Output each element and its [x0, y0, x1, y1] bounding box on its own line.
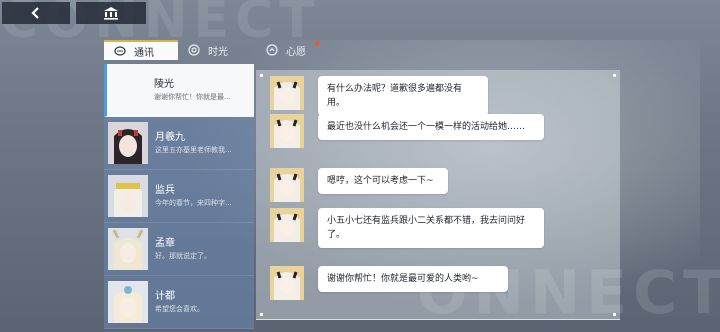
message-bubble: 小五小七还有监兵跟小二关系都不错，我去问问好了。: [318, 208, 544, 248]
contact-item[interactable]: 月羲九 这里五亦基里老师教我...: [104, 117, 254, 170]
panel-corner-marker: [260, 313, 263, 316]
avatar: [108, 175, 148, 217]
message-bubble: 谢谢你帮忙！你就是最可爱的人类哟~: [318, 266, 508, 292]
contact-name: 孟章: [155, 237, 175, 249]
contact-item[interactable]: 计都 希望您会喜欢。: [104, 276, 254, 329]
tab-label: 时光: [208, 46, 228, 58]
contact-name: 陵光: [154, 78, 174, 90]
avatar: [108, 122, 148, 164]
contact-list: 陵光 谢谢你帮忙！你就是最... 月羲九 这里五亦基里老师教我... 监兵 今年…: [104, 64, 254, 332]
contact-preview: 希望您会喜欢。: [155, 304, 204, 313]
message-bubble: 有什么办法呢？道歉很多遍都没有用。: [318, 76, 488, 116]
wish-icon: [266, 44, 278, 56]
chat-message: 嗯哼，这个可以考虑一下~: [270, 168, 448, 202]
message-bubble: 最近也没什么机会还一个一模一样的活动给她……: [318, 114, 544, 140]
panel-corner-marker: [260, 74, 263, 77]
contact-preview: 这里五亦基里老师教我...: [155, 145, 232, 154]
chat-message: 谢谢你帮忙！你就是最可爱的人类哟~: [270, 266, 508, 300]
tab-bar: 通讯 时光 心愿: [104, 40, 320, 60]
avatar: [108, 281, 148, 323]
notification-badge: [315, 41, 320, 46]
tab-messages[interactable]: 通讯: [104, 40, 178, 60]
contact-item[interactable]: 孟章 好。那就说定了。: [104, 223, 254, 276]
home-button[interactable]: [76, 2, 146, 24]
contact-name: 监兵: [155, 184, 175, 196]
tab-label: 心愿: [286, 46, 306, 58]
avatar: [108, 228, 148, 270]
contact-item[interactable]: 陵光 谢谢你帮忙！你就是最...: [104, 64, 254, 117]
panel-corner-marker: [613, 313, 616, 316]
avatar: [270, 168, 304, 202]
contact-preview: 好。那就说定了。: [155, 251, 211, 260]
avatar: [270, 208, 304, 242]
contact-name: 月羲九: [155, 131, 185, 143]
chat-divider: [256, 319, 620, 320]
chat-message: 小五小七还有监兵跟小二关系都不错，我去问问好了。: [270, 208, 544, 248]
tab-label: 通讯: [134, 47, 154, 59]
chat-panel[interactable]: 有什么办法呢？道歉很多遍都没有用。 最近也没什么机会还一个一模一样的活动给她………: [256, 70, 620, 320]
contact-preview: 谢谢你帮忙！你就是最...: [154, 92, 231, 101]
tab-wishes[interactable]: 心愿: [256, 40, 320, 60]
avatar: [270, 76, 304, 110]
chat-message: 有什么办法呢？道歉很多遍都没有用。: [270, 76, 488, 116]
tab-moments[interactable]: 时光: [178, 40, 256, 60]
avatar: [270, 266, 304, 300]
contact-name: 计都: [155, 290, 175, 302]
back-button[interactable]: [2, 2, 70, 24]
chat-message: 最近也没什么机会还一个一模一样的活动给她……: [270, 114, 544, 148]
contact-item[interactable]: 监兵 今年的春节，来四种字...: [104, 170, 254, 223]
chevron-left-icon: [31, 7, 39, 19]
chat-bubble-icon: [114, 45, 126, 56]
contact-preview: 今年的春节，来四种字...: [155, 198, 232, 207]
message-bubble: 嗯哼，这个可以考虑一下~: [318, 168, 448, 194]
camera-icon: [188, 44, 200, 56]
building-icon: [104, 7, 118, 20]
panel-corner-marker: [613, 74, 616, 77]
avatar: [107, 69, 147, 111]
avatar: [270, 114, 304, 148]
